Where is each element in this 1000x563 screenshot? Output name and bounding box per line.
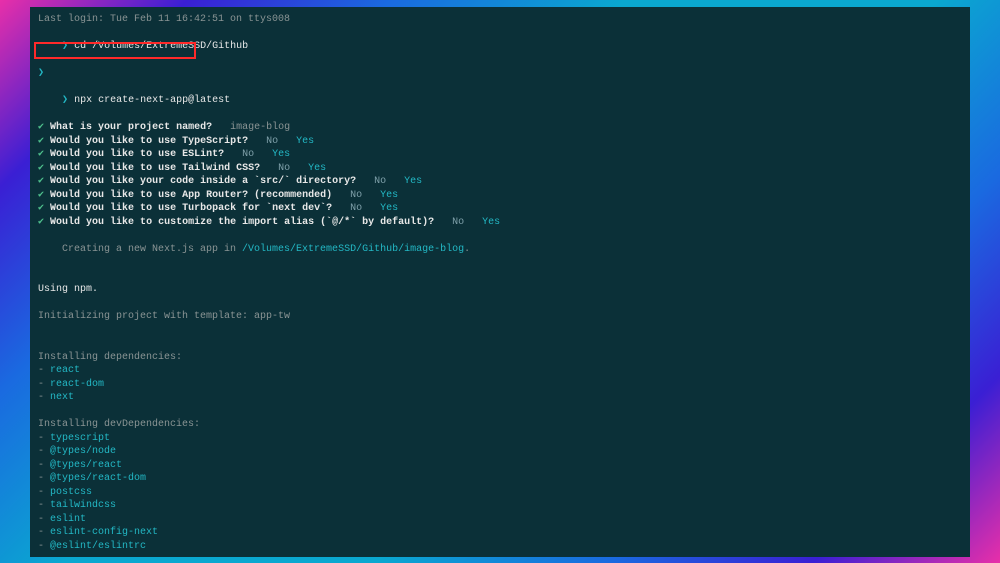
dep-item: - tailwindcss xyxy=(38,499,962,513)
prompt-char: ❯ xyxy=(62,95,68,106)
prompt-line-empty: ❯ xyxy=(38,67,962,81)
using-npm-line: Using npm. xyxy=(38,283,962,297)
cli-prompt-row: ✔ Would you like to use Turbopack for `n… xyxy=(38,202,962,216)
blank-line xyxy=(38,297,962,311)
npx-command: npx create-next-app@latest xyxy=(74,95,230,106)
prompt-line-npx: ❯ npx create-next-app@latest xyxy=(38,81,962,122)
blank-line xyxy=(38,270,962,284)
deps-list: - react- react-dom- next xyxy=(38,364,962,405)
dep-item: - react xyxy=(38,364,962,378)
blank-line xyxy=(38,337,962,351)
devdeps-list: - typescript- @types/node- @types/react-… xyxy=(38,432,962,554)
devdeps-header: Installing devDependencies: xyxy=(38,418,962,432)
cli-prompt-row: ✔ Would you like to customize the import… xyxy=(38,216,962,230)
prompt-char: ❯ xyxy=(62,41,68,52)
dep-item: - postcss xyxy=(38,486,962,500)
blank-line xyxy=(38,324,962,338)
cli-prompt-row: ✔ Would you like your code inside a `src… xyxy=(38,175,962,189)
creating-line: Creating a new Next.js app in /Volumes/E… xyxy=(38,229,962,270)
dep-item: - @types/react-dom xyxy=(38,472,962,486)
prompt-line-cd: ❯ cd /Volumes/ExtremeSSD/Github xyxy=(38,27,962,68)
dep-item: - react-dom xyxy=(38,378,962,392)
blank-line xyxy=(38,553,962,557)
last-login-line: Last login: Tue Feb 11 16:42:51 on ttys0… xyxy=(38,13,962,27)
dep-item: - @types/node xyxy=(38,445,962,459)
initializing-line: Initializing project with template: app-… xyxy=(38,310,962,324)
dep-item: - typescript xyxy=(38,432,962,446)
cli-prompt-row: ✔ What is your project named? image-blog xyxy=(38,121,962,135)
blank-line xyxy=(38,405,962,419)
cli-prompt-row: ✔ Would you like to use Tailwind CSS? No… xyxy=(38,162,962,176)
creating-path: /Volumes/ExtremeSSD/Github/image-blog xyxy=(242,244,464,255)
cli-prompt-row: ✔ Would you like to use TypeScript? No Y… xyxy=(38,135,962,149)
dep-item: - eslint-config-next xyxy=(38,526,962,540)
dep-item: - @eslint/eslintrc xyxy=(38,540,962,554)
dep-item: - next xyxy=(38,391,962,405)
terminal-window[interactable]: Last login: Tue Feb 11 16:42:51 on ttys0… xyxy=(30,7,970,557)
cli-prompt-row: ✔ Would you like to use ESLint? No Yes xyxy=(38,148,962,162)
dep-item: - @types/react xyxy=(38,459,962,473)
cli-prompts-block: ✔ What is your project named? image-blog… xyxy=(38,121,962,229)
cd-command: cd /Volumes/ExtremeSSD/Github xyxy=(74,41,248,52)
cli-prompt-row: ✔ Would you like to use App Router? (rec… xyxy=(38,189,962,203)
deps-header: Installing dependencies: xyxy=(38,351,962,365)
dep-item: - eslint xyxy=(38,513,962,527)
